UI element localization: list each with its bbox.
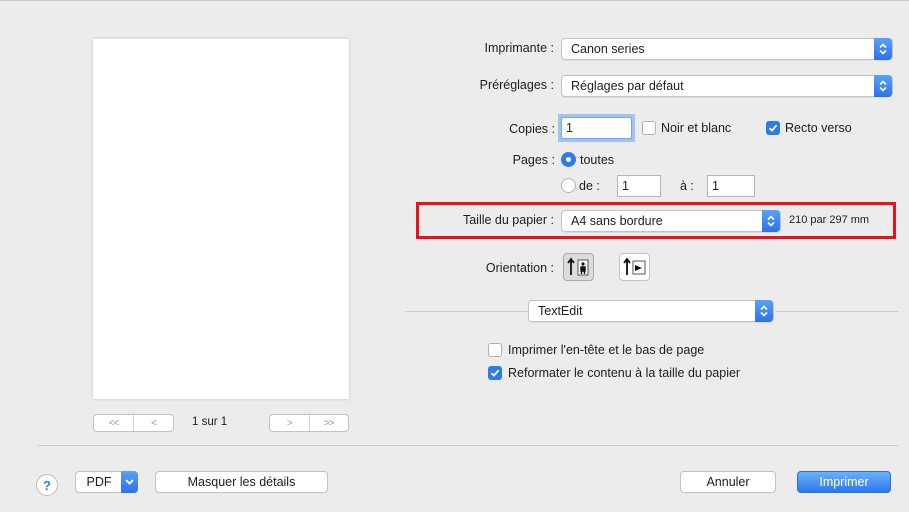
pdf-button[interactable]: PDF — [75, 471, 123, 493]
paper-dimensions: 210 par 297 mm — [789, 214, 870, 226]
presets-value: Réglages par défaut — [571, 79, 684, 93]
previous-page-icon[interactable]: < — [133, 415, 173, 431]
pages-all-label: toutes — [580, 153, 615, 167]
pages-from-field[interactable]: 1 — [617, 175, 661, 197]
chevron-up-down-icon — [762, 210, 780, 232]
chevron-up-down-icon — [874, 38, 892, 60]
divider-right — [775, 311, 898, 312]
rewrap-label: Reformater le contenu à la taille du pap… — [508, 366, 741, 380]
copies-field[interactable]: 1 — [561, 117, 632, 139]
footer-divider — [38, 445, 898, 446]
portrait-icon — [567, 257, 589, 276]
pages-to-field[interactable]: 1 — [707, 175, 755, 197]
pages-from-label: de : — [579, 179, 600, 193]
presets-select[interactable]: Réglages par défaut — [561, 75, 893, 97]
pdf-label: PDF — [86, 475, 112, 489]
next-page-icon[interactable]: > — [270, 415, 309, 431]
printer-value: Canon series — [571, 42, 645, 56]
printer-label: Imprimante : — [484, 41, 554, 55]
cancel-button[interactable]: Annuler — [680, 471, 776, 493]
black-white-label: Noir et blanc — [661, 121, 732, 135]
divider-left — [405, 311, 528, 312]
pages-range-radio[interactable] — [561, 178, 576, 193]
copies-label: Copies : — [509, 122, 555, 136]
hide-details-label: Masquer les détails — [187, 475, 296, 489]
orientation-label: Orientation : — [485, 261, 554, 275]
chevron-down-icon — [125, 479, 134, 485]
paper-size-select[interactable]: A4 sans bordure — [561, 210, 781, 232]
page-counter: 1 sur 1 — [192, 416, 228, 428]
last-page-icon[interactable]: >> — [308, 415, 349, 431]
print-label: Imprimer — [819, 475, 869, 489]
help-icon: ? — [43, 477, 51, 493]
pages-to-value: 1 — [712, 179, 719, 193]
app-section-select[interactable]: TextEdit — [528, 300, 774, 322]
chevron-up-down-icon — [874, 75, 892, 97]
preview-forward-nav: > >> — [269, 414, 349, 432]
hide-details-button[interactable]: Masquer les détails — [155, 471, 328, 493]
pages-to-label: à : — [680, 179, 694, 193]
portrait-button[interactable] — [563, 253, 594, 281]
cancel-label: Annuler — [706, 475, 750, 489]
duplex-label: Recto verso — [785, 121, 852, 135]
help-button[interactable]: ? — [36, 474, 58, 496]
header-footer-label: Imprimer l'en-tête et le bas de page — [508, 343, 705, 357]
pages-label: Pages : — [512, 153, 555, 167]
chevron-up-down-icon — [755, 300, 773, 322]
print-button[interactable]: Imprimer — [797, 471, 891, 493]
page-preview — [93, 39, 349, 399]
rewrap-checkbox[interactable] — [488, 366, 502, 380]
landscape-icon — [623, 257, 646, 275]
print-dialog: << < 1 sur 1 > >> Imprimante : Canon ser… — [0, 0, 909, 512]
header-footer-checkbox[interactable] — [488, 343, 502, 357]
paper-size-value: A4 sans bordure — [571, 214, 663, 228]
landscape-button[interactable] — [619, 253, 650, 281]
duplex-checkbox[interactable] — [766, 121, 780, 135]
printer-select[interactable]: Canon series — [561, 38, 893, 60]
pdf-menu-button[interactable] — [121, 471, 138, 493]
presets-label: Préréglages : — [479, 78, 554, 92]
paper-size-label: Taille du papier : — [462, 213, 554, 227]
first-page-icon[interactable]: << — [94, 415, 133, 431]
preview-back-nav: << < — [93, 414, 174, 432]
black-white-checkbox[interactable] — [642, 121, 656, 135]
copies-value: 1 — [566, 121, 573, 135]
app-section-value: TextEdit — [538, 304, 583, 318]
pages-from-value: 1 — [622, 179, 629, 193]
pages-all-radio[interactable] — [561, 152, 576, 167]
